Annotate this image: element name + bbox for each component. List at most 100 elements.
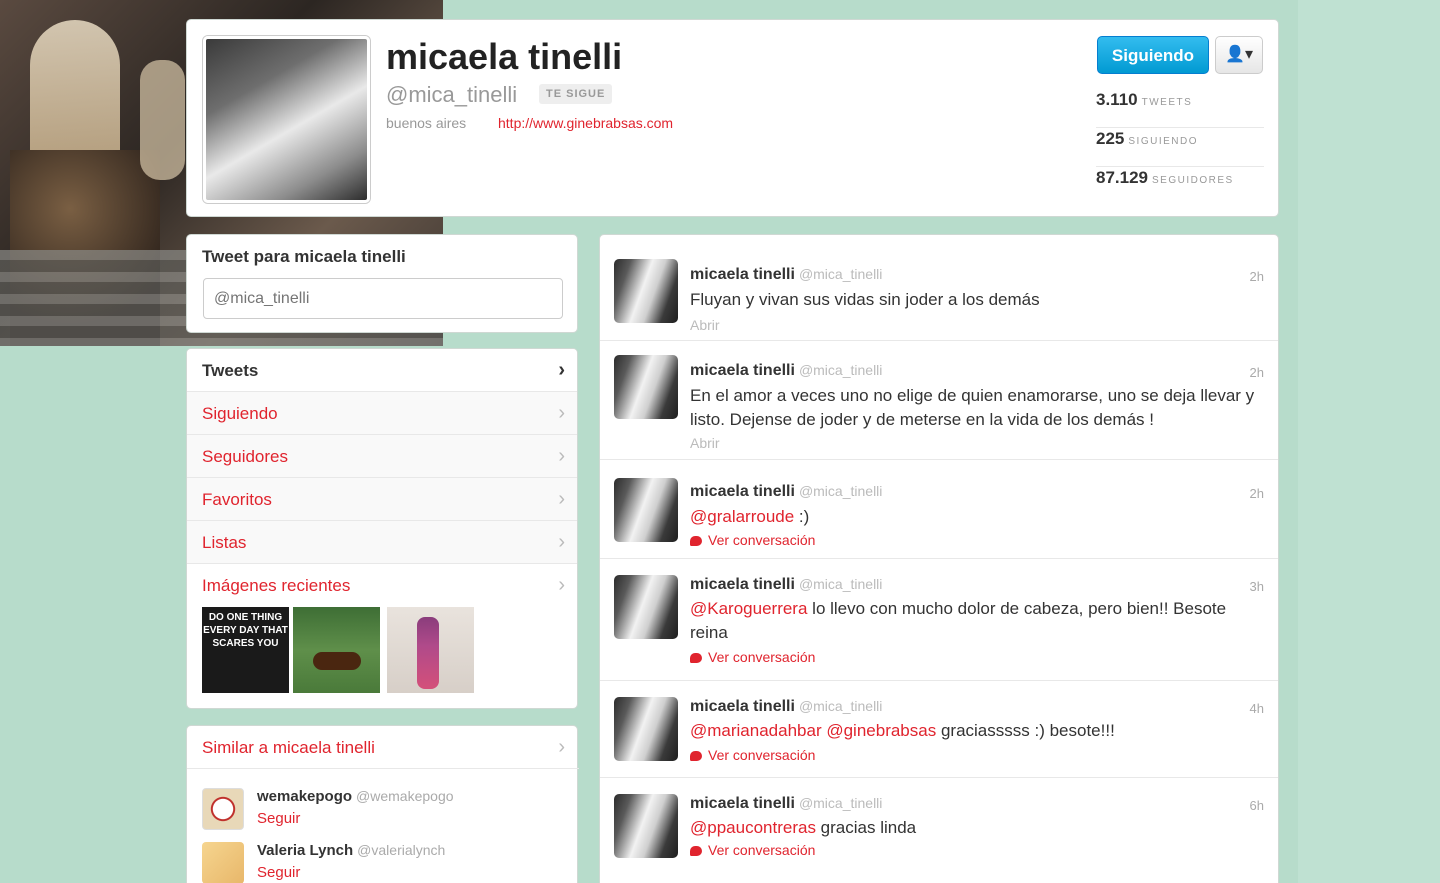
chevron-right-icon: ›: [558, 445, 565, 467]
nav-item-favorites[interactable]: Favoritos ›: [187, 478, 577, 521]
thumbnail-text: DO ONE THING EVERY DAY THAT SCARES YOU: [203, 612, 288, 649]
conversation-bubble-icon: [690, 846, 702, 857]
similar-user-name[interactable]: wemakepogo: [257, 788, 352, 805]
recent-image-thumbnail[interactable]: [387, 607, 474, 693]
tweet-author-handle: @mica_tinelli: [798, 266, 883, 282]
mention-link[interactable]: @ginebrabsas: [826, 721, 936, 740]
stat-value: 3.110: [1096, 90, 1138, 109]
view-conversation-link[interactable]: Ver conversación: [690, 649, 815, 665]
tweet-author-name[interactable]: micaela tinelli: [690, 795, 795, 812]
view-conversation-label: Ver conversación: [708, 649, 816, 665]
nav-item-label: Favoritos: [202, 490, 272, 509]
tweet-item[interactable]: micaela tinelli @mica_tinelli 4h @mariana…: [600, 681, 1278, 778]
chevron-right-icon: ›: [558, 488, 565, 510]
view-conversation-link[interactable]: Ver conversación: [690, 842, 815, 858]
tweet-text: @marianadahbar @ginebrabsas graciasssss …: [690, 719, 1270, 743]
nav-item-label: Listas: [202, 533, 247, 552]
nav-item-label: Tweets: [202, 361, 259, 380]
tweet-text: Fluyan y vivan sus vidas sin joder a los…: [690, 290, 1040, 309]
stat-label: TWEETS: [1141, 97, 1193, 108]
view-conversation-label: Ver conversación: [708, 532, 816, 548]
similar-user: Valeria Lynch @valerialynch Seguir: [202, 840, 572, 883]
tweet-author-name[interactable]: micaela tinelli: [690, 698, 795, 715]
avatar[interactable]: [614, 575, 678, 639]
tweet-timestamp[interactable]: 4h: [1250, 701, 1264, 716]
profile-location: buenos aires: [386, 115, 467, 131]
tweet-timestamp[interactable]: 6h: [1250, 798, 1264, 813]
avatar[interactable]: [614, 259, 678, 323]
tweet-author-name[interactable]: micaela tinelli: [690, 483, 795, 500]
avatar[interactable]: [614, 697, 678, 761]
tweet-compose-input[interactable]: [203, 278, 563, 319]
similar-user-name[interactable]: Valeria Lynch: [257, 842, 353, 859]
follow-link[interactable]: Seguir: [257, 864, 300, 881]
stat-following[interactable]: 225 SIGUIENDO: [1096, 129, 1264, 167]
similar-user: wemakepogo @wemakepogo Seguir: [202, 786, 572, 836]
mention-link[interactable]: @gralarroude: [690, 507, 794, 526]
tweet-compose-title: Tweet para micaela tinelli: [202, 247, 406, 266]
nav-item-following[interactable]: Siguiendo ›: [187, 392, 577, 435]
stat-followers[interactable]: 87.129 SEGUIDORES: [1096, 168, 1264, 206]
tweet-timestamp[interactable]: 2h: [1250, 269, 1264, 284]
tweet-item[interactable]: micaela tinelli @mica_tinelli 2h Fluyan y…: [600, 243, 1278, 341]
avatar[interactable]: [202, 842, 244, 883]
profile-website-link[interactable]: http://www.ginebrabsas.com: [498, 115, 673, 131]
stat-value: 225: [1096, 129, 1125, 148]
recent-image-thumbnail[interactable]: DO ONE THING EVERY DAY THAT SCARES YOU: [202, 607, 289, 693]
tweet-author-name[interactable]: micaela tinelli: [690, 576, 795, 593]
tweet-text: @Karoguerrera lo llevo con mucho dolor d…: [690, 597, 1230, 645]
nav-item-tweets[interactable]: Tweets ›: [187, 349, 577, 392]
view-conversation-label: Ver conversación: [708, 747, 816, 763]
recent-image-thumbnail[interactable]: [293, 607, 380, 693]
profile-name: micaela tinelli: [386, 36, 623, 77]
stat-label: SEGUIDORES: [1152, 175, 1234, 186]
user-dropdown-button[interactable]: 👤▾: [1215, 36, 1263, 74]
tweet-text-body: gracias linda: [815, 818, 917, 837]
expand-link[interactable]: Abrir: [690, 317, 720, 333]
tweet-author-handle: @mica_tinelli: [798, 576, 883, 592]
similar-users-box: Similar a micaela tinelli › wemakepogo @we…: [186, 725, 579, 883]
avatar[interactable]: [202, 788, 244, 830]
profile-avatar[interactable]: [203, 36, 370, 203]
nav-item-label: Imágenes recientes: [202, 576, 351, 595]
view-conversation-link[interactable]: Ver conversación: [690, 747, 815, 763]
tweet-text: @ppaucontreras gracias linda: [690, 816, 1270, 840]
tweet-timestamp[interactable]: 2h: [1250, 486, 1264, 501]
similar-users-header[interactable]: Similar a micaela tinelli ›: [187, 726, 579, 769]
tweet-text: @gralarroude :): [690, 505, 1270, 529]
nav-item-recent-images[interactable]: Imágenes recientes ›: [187, 564, 577, 607]
tweet-item[interactable]: micaela tinelli @mica_tinelli 6h @ppaucon…: [600, 778, 1278, 883]
tweet-text: En el amor a veces uno no elige de quien…: [690, 386, 1255, 429]
tweet-timestamp[interactable]: 3h: [1250, 579, 1264, 594]
mention-link[interactable]: @ppaucontreras: [690, 818, 816, 837]
mention-link[interactable]: @Karoguerrera: [690, 599, 807, 618]
tweet-author-name[interactable]: micaela tinelli: [690, 362, 795, 379]
avatar[interactable]: [614, 355, 678, 419]
view-conversation-label: Ver conversación: [708, 842, 816, 858]
stat-value: 87.129: [1096, 168, 1148, 187]
nav-item-label: Seguidores: [202, 447, 289, 466]
profile-handle: @mica_tinelli: [386, 82, 518, 107]
conversation-bubble-icon: [690, 751, 702, 762]
view-conversation-link[interactable]: Ver conversación: [690, 532, 815, 548]
tweet-timestamp[interactable]: 2h: [1250, 365, 1264, 380]
follow-link[interactable]: Seguir: [257, 810, 300, 827]
tweet-author-handle: @mica_tinelli: [798, 698, 883, 714]
profile-header: micaela tinelli @mica_tinelli TE SIGUE b…: [186, 19, 1279, 217]
expand-link[interactable]: Abrir: [690, 435, 720, 451]
avatar[interactable]: [614, 478, 678, 542]
chevron-right-icon: ›: [558, 736, 565, 758]
chevron-right-icon: ›: [558, 531, 565, 553]
tweet-item[interactable]: micaela tinelli @mica_tinelli 2h En el am…: [600, 341, 1278, 460]
following-button[interactable]: Siguiendo: [1097, 36, 1209, 74]
nav-item-lists[interactable]: Listas ›: [187, 521, 577, 564]
tweet-author-name[interactable]: micaela tinelli: [690, 266, 795, 283]
avatar[interactable]: [614, 794, 678, 858]
nav-item-followers[interactable]: Seguidores ›: [187, 435, 577, 478]
tweet-item[interactable]: micaela tinelli @mica_tinelli 2h @gralarr…: [600, 460, 1278, 559]
stat-tweets[interactable]: 3.110 TWEETS: [1096, 90, 1264, 128]
tweet-compose-box: Tweet para micaela tinelli: [186, 234, 578, 333]
tweet-item[interactable]: micaela tinelli @mica_tinelli 3h @Karogue…: [600, 559, 1278, 681]
tweet-author-handle: @mica_tinelli: [798, 483, 883, 499]
mention-link[interactable]: @marianadahbar: [690, 721, 822, 740]
